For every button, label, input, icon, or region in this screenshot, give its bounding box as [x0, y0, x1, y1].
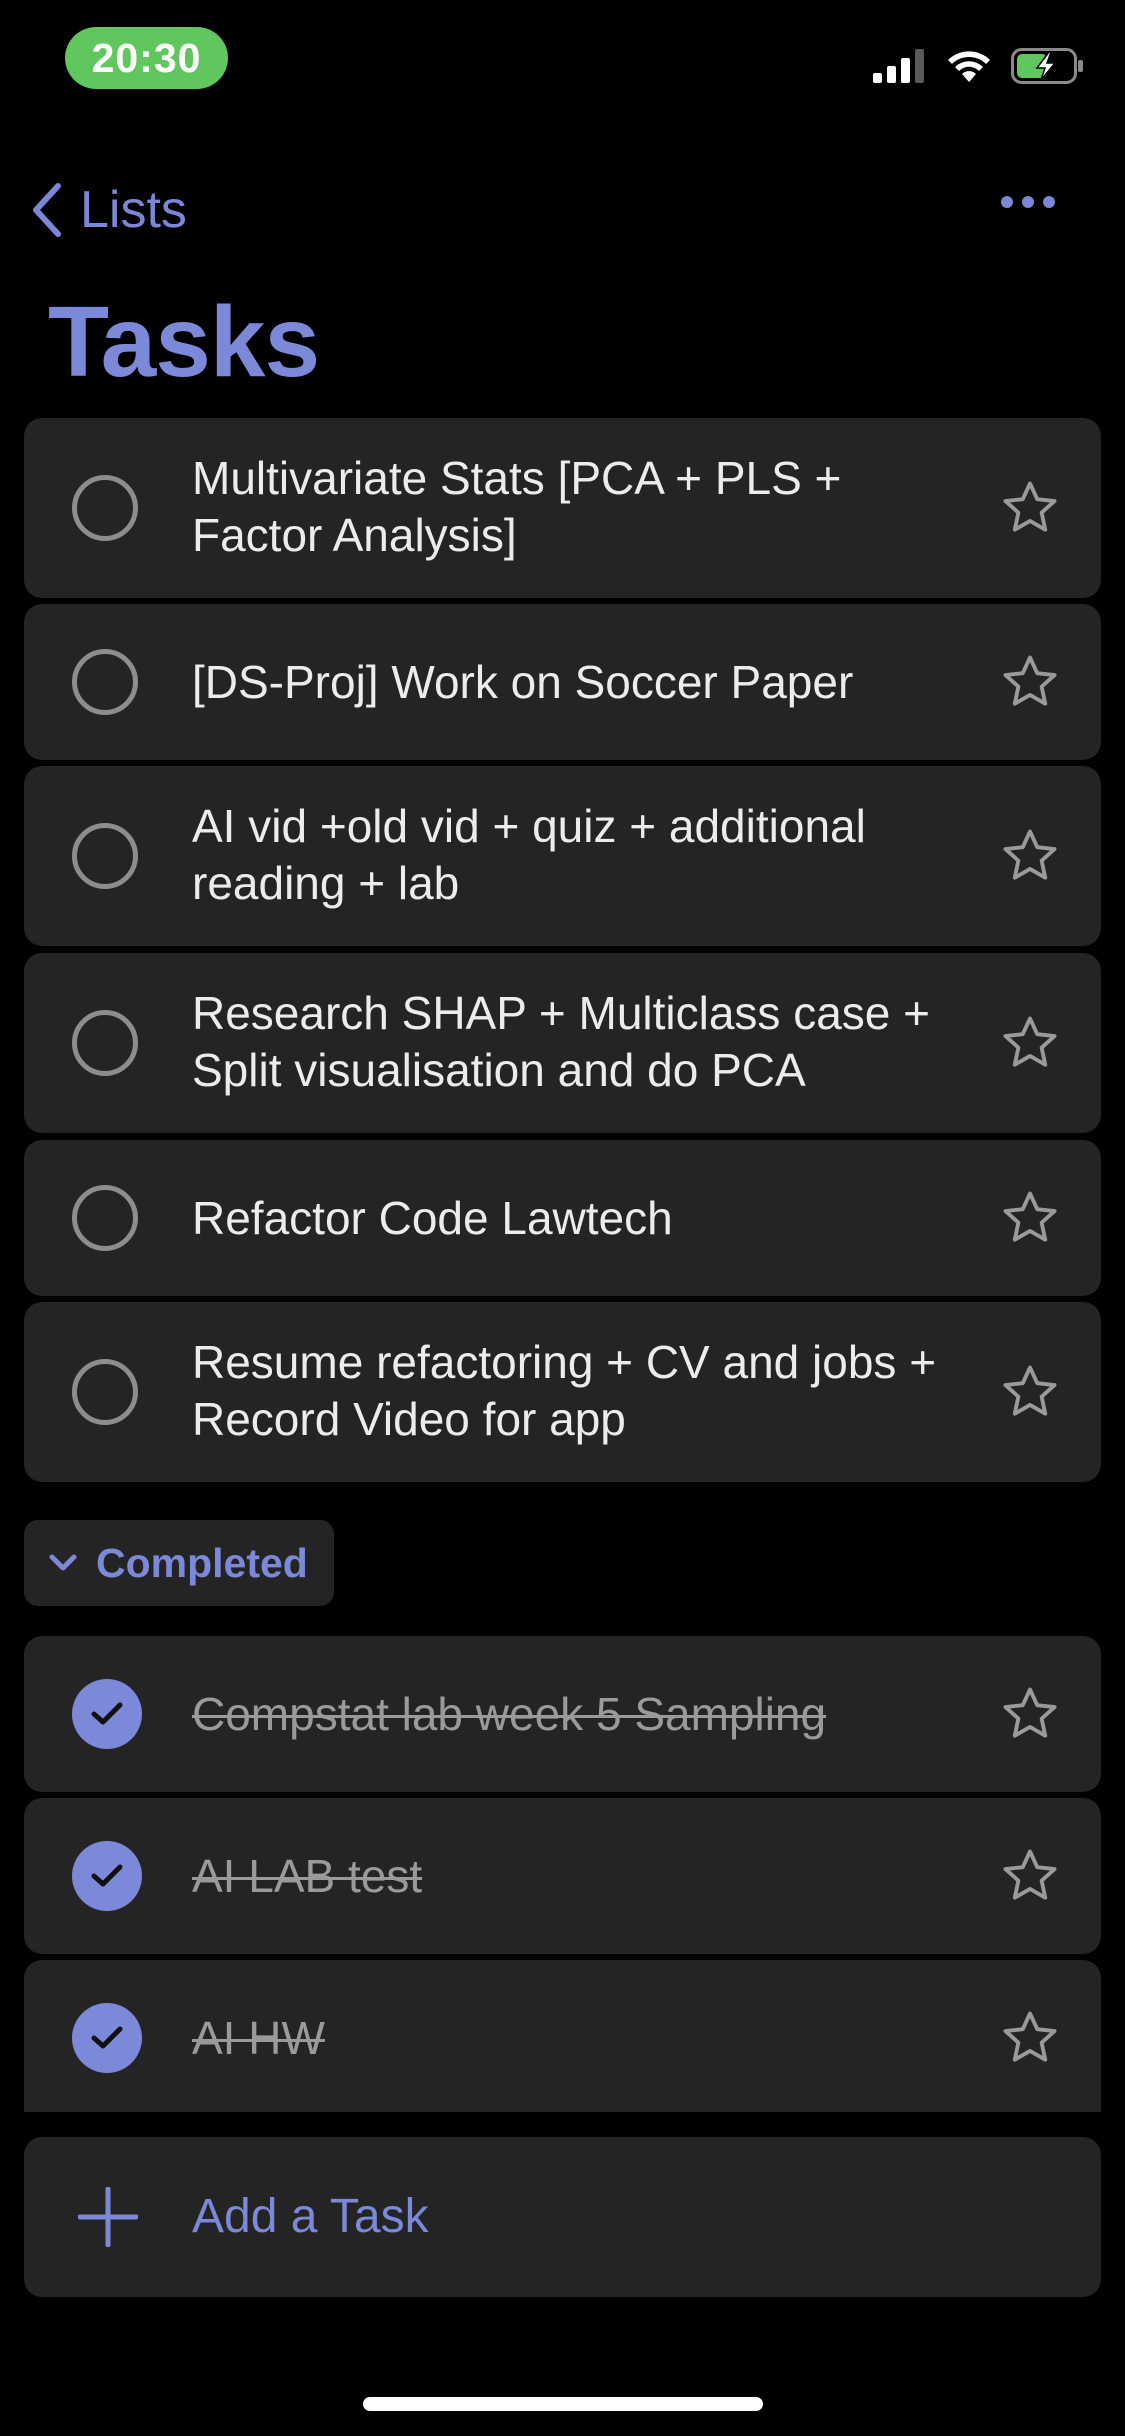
star-icon[interactable]: [999, 1187, 1061, 1249]
task-title: Resume refactoring + CV and jobs + Recor…: [192, 1336, 937, 1445]
task-checkbox[interactable]: [72, 649, 138, 715]
status-icons: [873, 48, 1085, 84]
task-item[interactable]: Research SHAP + Multiclass case + Split …: [24, 953, 1101, 1133]
task-title: Research SHAP + Multiclass case + Split …: [192, 987, 931, 1096]
completed-task-item[interactable]: AI LAB test: [24, 1798, 1101, 1954]
task-title: AI vid +old vid + quiz + additional read…: [192, 800, 866, 909]
task-checkbox[interactable]: [72, 1010, 138, 1076]
task-item[interactable]: Multivariate Stats [PCA + PLS + Factor A…: [24, 418, 1101, 598]
chevron-down-icon: [49, 1554, 77, 1571]
checkmark-icon: [91, 1864, 123, 1887]
more-dot: [1043, 196, 1055, 208]
add-task-label: Add a Task: [192, 2190, 429, 2243]
star-icon[interactable]: [999, 1012, 1061, 1074]
task-checkbox[interactable]: [72, 1359, 138, 1425]
task-checkbox-checked[interactable]: [72, 1841, 142, 1911]
star-icon[interactable]: [999, 825, 1061, 887]
task-title: AI HW: [192, 2012, 325, 2064]
task-item[interactable]: Resume refactoring + CV and jobs + Recor…: [24, 1302, 1101, 1482]
task-checkbox-checked[interactable]: [72, 1679, 142, 1749]
back-label: Lists: [80, 181, 187, 239]
task-checkbox-checked[interactable]: [72, 2003, 142, 2073]
back-to-lists-button[interactable]: Lists: [30, 180, 187, 240]
task-title: Multivariate Stats [PCA + PLS + Factor A…: [192, 452, 842, 561]
task-title: [DS-Proj] Work on Soccer Paper: [192, 656, 854, 708]
task-checkbox[interactable]: [72, 475, 138, 541]
task-title: Compstat lab week 5 Sampling: [192, 1688, 827, 1740]
cellular-signal-icon: [873, 49, 924, 83]
add-task-button[interactable]: Add a Task: [24, 2137, 1101, 2297]
chevron-left-icon: [33, 183, 61, 237]
task-checkbox[interactable]: [72, 823, 138, 889]
home-indicator[interactable]: [363, 2397, 763, 2411]
wifi-icon: [948, 51, 990, 82]
more-dot: [1022, 196, 1034, 208]
task-title: Refactor Code Lawtech: [192, 1192, 673, 1244]
completed-section-toggle[interactable]: Completed: [24, 1520, 334, 1606]
task-item[interactable]: Refactor Code Lawtech: [24, 1140, 1101, 1296]
checkmark-icon: [91, 1702, 123, 1725]
star-icon[interactable]: [999, 2007, 1061, 2069]
battery-charging-icon: [1011, 48, 1083, 84]
task-item[interactable]: AI vid +old vid + quiz + additional read…: [24, 766, 1101, 946]
star-icon[interactable]: [999, 1845, 1061, 1907]
star-icon[interactable]: [999, 651, 1061, 713]
completed-task-item[interactable]: Compstat lab week 5 Sampling: [24, 1636, 1101, 1792]
checkmark-icon: [91, 2026, 123, 2049]
status-time-text: 20:30: [91, 34, 202, 81]
page-title: Tasks: [48, 286, 320, 398]
more-options-button[interactable]: [1001, 196, 1055, 208]
plus-icon: [78, 2187, 138, 2247]
task-title: AI LAB test: [192, 1850, 423, 1902]
task-item[interactable]: [DS-Proj] Work on Soccer Paper: [24, 604, 1101, 760]
completed-task-item[interactable]: AI HW: [24, 1960, 1101, 2112]
status-time: 20:30: [65, 27, 228, 89]
more-dot: [1001, 196, 1013, 208]
star-icon[interactable]: [999, 1361, 1061, 1423]
completed-label: Completed: [96, 1539, 308, 1586]
task-checkbox[interactable]: [72, 1185, 138, 1251]
star-icon[interactable]: [999, 1683, 1061, 1745]
star-icon[interactable]: [999, 477, 1061, 539]
